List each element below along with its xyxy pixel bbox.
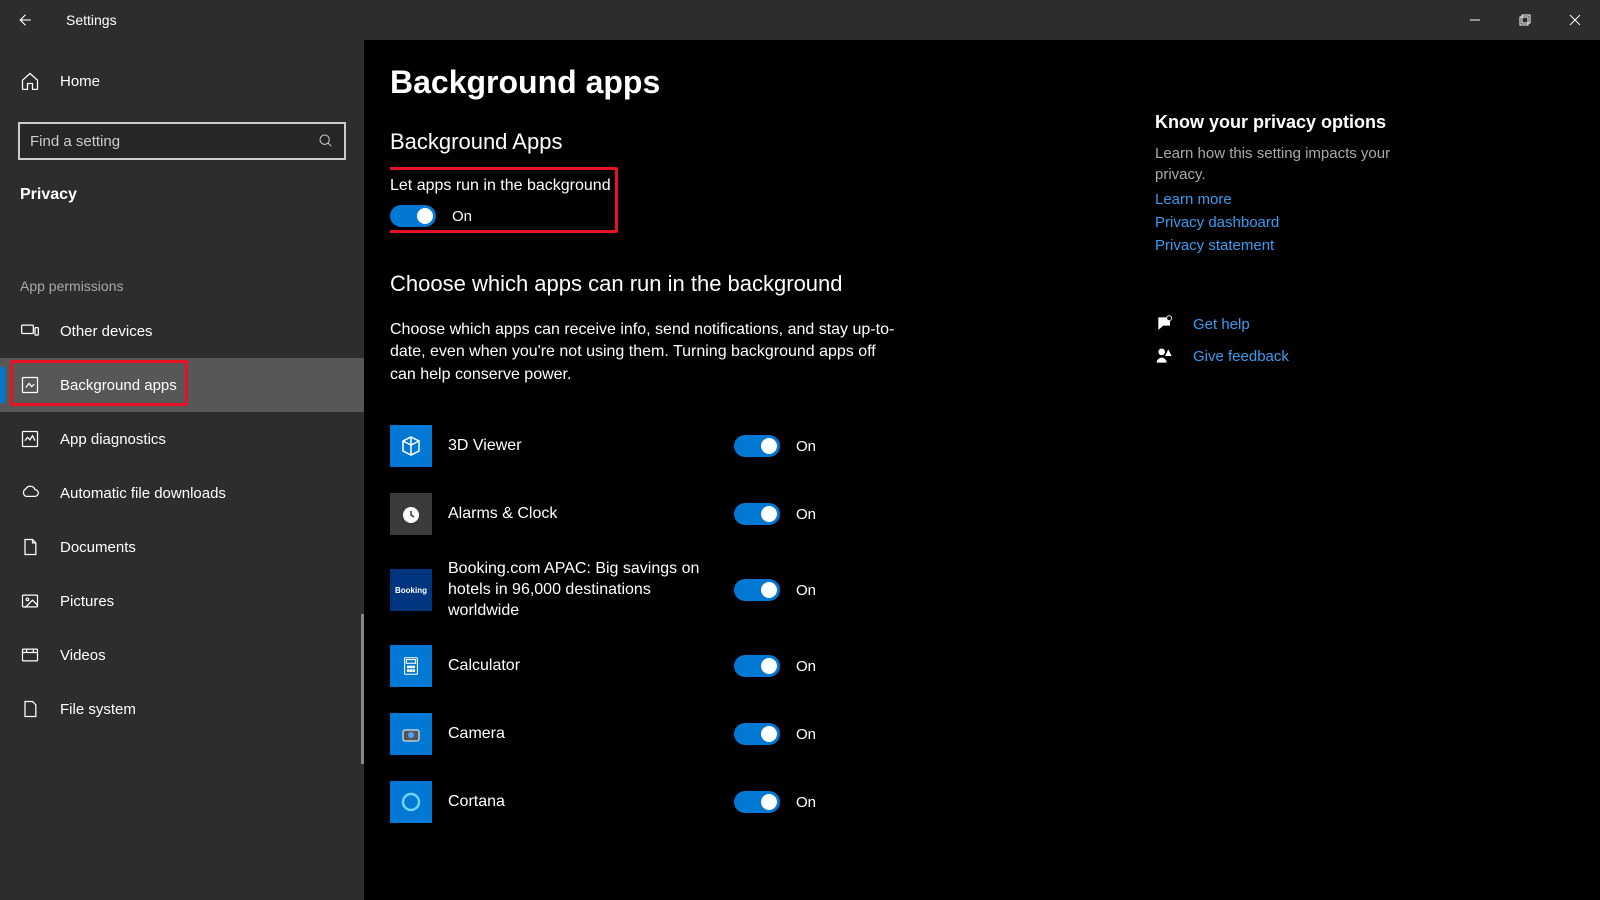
app-icon-camera	[390, 713, 432, 755]
minimize-button[interactable]	[1450, 0, 1500, 40]
app-toggle-state: On	[796, 582, 816, 599]
link-learn-more[interactable]: Learn more	[1155, 191, 1435, 208]
app-row: Booking Booking.com APAC: Big savings on…	[390, 548, 1600, 632]
app-toggle[interactable]	[734, 655, 780, 677]
sidebar-section-label: App permissions	[20, 278, 364, 294]
app-icon-calculator	[390, 645, 432, 687]
app-name: Calculator	[448, 656, 718, 677]
sidebar-item-other-devices[interactable]: Other devices	[0, 304, 364, 358]
back-arrow-icon	[15, 11, 33, 29]
right-body: Learn how this setting impacts your priv…	[1155, 143, 1435, 185]
app-name: Camera	[448, 724, 718, 745]
app-icon-booking: Booking	[390, 569, 432, 611]
app-toggle-state: On	[796, 506, 816, 523]
app-icon-alarms-clock	[390, 493, 432, 535]
sidebar-item-label: Automatic file downloads	[60, 485, 226, 502]
videos-icon	[20, 645, 40, 665]
link-get-help[interactable]: Get help	[1193, 316, 1250, 333]
sidebar-item-automatic-file-downloads[interactable]: Automatic file downloads	[0, 466, 364, 520]
sidebar-item-background-apps[interactable]: Background apps	[0, 358, 364, 412]
document-icon	[20, 537, 40, 557]
home-label: Home	[60, 73, 100, 90]
sidebar-item-label: Pictures	[60, 593, 114, 610]
diagnostics-icon	[20, 429, 40, 449]
app-name: Booking.com APAC: Big savings on hotels …	[448, 559, 718, 621]
app-toggle[interactable]	[734, 791, 780, 813]
sidebar-item-file-system[interactable]: File system	[0, 682, 364, 736]
app-toggle[interactable]	[734, 579, 780, 601]
right-heading: Know your privacy options	[1155, 112, 1435, 133]
sidebar-scrollbar[interactable]	[361, 614, 364, 764]
app-row: Camera On	[390, 700, 1600, 768]
file-icon	[20, 699, 40, 719]
sidebar: Home Privacy App permissions Other devic…	[0, 40, 364, 900]
cloud-icon	[20, 483, 40, 503]
page-title: Background apps	[390, 64, 1600, 101]
window-controls	[1450, 0, 1600, 40]
window-title: Settings	[66, 12, 117, 28]
sidebar-item-pictures[interactable]: Pictures	[0, 574, 364, 628]
master-toggle-label: Let apps run in the background	[390, 177, 611, 195]
sidebar-item-label: Videos	[60, 647, 106, 664]
sidebar-group-label: Privacy	[20, 186, 364, 204]
master-toggle-state: On	[452, 208, 472, 225]
app-toggle-state: On	[796, 726, 816, 743]
sidebar-item-label: Background apps	[60, 377, 177, 394]
app-name: Cortana	[448, 792, 718, 813]
app-toggle[interactable]	[734, 723, 780, 745]
sidebar-item-label: File system	[60, 701, 136, 718]
app-toggle[interactable]	[734, 503, 780, 525]
sidebar-item-label: Documents	[60, 539, 136, 556]
feedback-icon	[1155, 346, 1175, 366]
sidebar-item-label: App diagnostics	[60, 431, 166, 448]
search-input[interactable]	[30, 133, 318, 150]
link-privacy-dashboard[interactable]: Privacy dashboard	[1155, 214, 1435, 231]
app-toggle-state: On	[796, 438, 816, 455]
app-row: Calculator On	[390, 632, 1600, 700]
app-icon-cortana	[390, 781, 432, 823]
right-panel: Know your privacy options Learn how this…	[1155, 112, 1435, 366]
background-apps-icon	[20, 375, 40, 395]
search-box[interactable]	[18, 122, 346, 160]
app-toggle-state: On	[796, 794, 816, 811]
section-description: Choose which apps can receive info, send…	[390, 319, 900, 386]
home-icon	[20, 71, 40, 91]
sidebar-item-app-diagnostics[interactable]: App diagnostics	[0, 412, 364, 466]
app-row: Alarms & Clock On	[390, 480, 1600, 548]
link-give-feedback[interactable]: Give feedback	[1193, 348, 1289, 365]
app-row: 3D Viewer On	[390, 412, 1600, 480]
app-row: Cortana On	[390, 768, 1600, 836]
devices-icon	[20, 321, 40, 341]
master-toggle[interactable]	[390, 205, 436, 227]
titlebar: Settings	[0, 0, 1600, 40]
sidebar-item-documents[interactable]: Documents	[0, 520, 364, 574]
search-icon	[318, 133, 334, 149]
help-icon	[1155, 314, 1175, 334]
sidebar-item-videos[interactable]: Videos	[0, 628, 364, 682]
sidebar-item-label: Other devices	[60, 323, 153, 340]
close-button[interactable]	[1550, 0, 1600, 40]
app-list: 3D Viewer On Alarms & Clock On Booking B…	[390, 412, 1600, 836]
app-toggle-state: On	[796, 658, 816, 675]
pictures-icon	[20, 591, 40, 611]
link-privacy-statement[interactable]: Privacy statement	[1155, 237, 1435, 254]
app-name: 3D Viewer	[448, 436, 718, 457]
maximize-button[interactable]	[1500, 0, 1550, 40]
back-button[interactable]	[0, 0, 48, 40]
app-name: Alarms & Clock	[448, 504, 718, 525]
app-icon-3d-viewer	[390, 425, 432, 467]
home-nav[interactable]: Home	[0, 54, 364, 108]
app-toggle[interactable]	[734, 435, 780, 457]
